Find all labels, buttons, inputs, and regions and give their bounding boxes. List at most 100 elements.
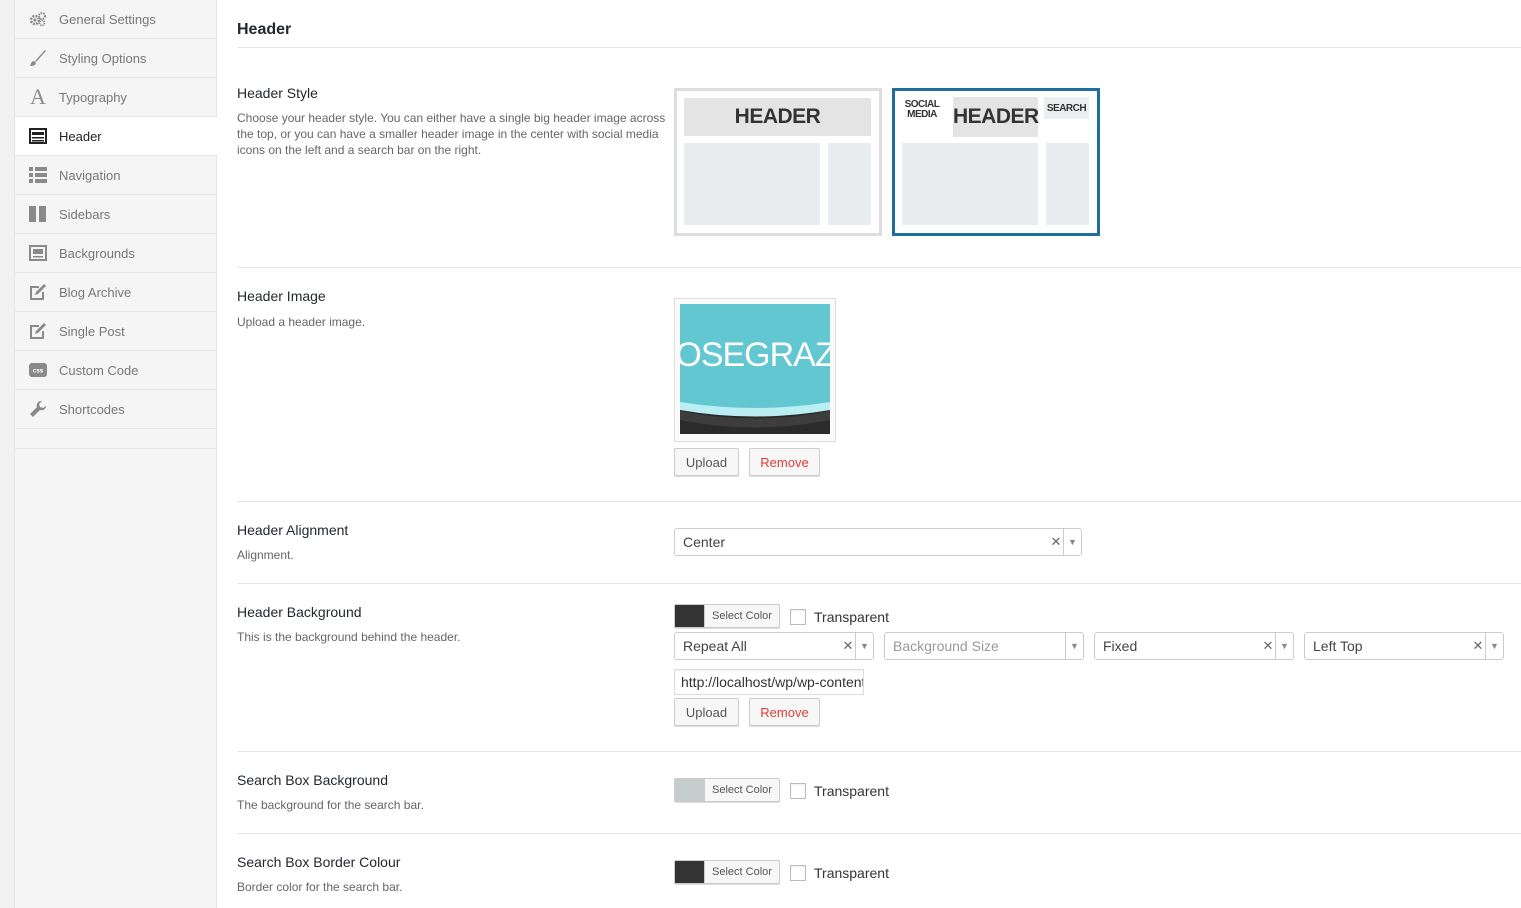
divider: [237, 267, 1521, 268]
search-box-border-color-picker[interactable]: Select Color: [674, 860, 780, 884]
select-value: Left Top: [1313, 638, 1363, 654]
sidebar-item-label: Single Post: [59, 323, 125, 339]
left-gutter: [0, 0, 15, 908]
wrench-icon: [28, 399, 48, 419]
select-color-label: Select Color: [712, 866, 772, 878]
header-background-transparent[interactable]: Transparent: [790, 609, 889, 625]
background-repeat-select[interactable]: Repeat All ✕ ▼: [674, 632, 874, 660]
sidebar-item-label: Sidebars: [59, 206, 111, 222]
sidebar-item-label: Custom Code: [59, 362, 139, 378]
search-box-border-title: Search Box Border Colour: [237, 854, 401, 870]
sidebar-item-label: Blog Archive: [59, 284, 132, 300]
header-style-option-centered[interactable]: SOCIAL MEDIA HEADER SEARCH: [892, 88, 1100, 236]
typography-icon: A: [30, 84, 46, 109]
background-attachment-select[interactable]: Fixed ✕ ▼: [1094, 632, 1294, 660]
checkbox[interactable]: [790, 609, 806, 625]
chevron-down-icon[interactable]: ▼: [1065, 633, 1083, 659]
color-swatch: [675, 605, 705, 627]
sidebar-item-sidebars[interactable]: Sidebars: [15, 195, 216, 234]
header-background-remove-button[interactable]: Remove: [749, 698, 820, 726]
divider: [237, 583, 1521, 584]
sidebar-item-label: Backgrounds: [59, 245, 135, 261]
sidebar-item-custom-code[interactable]: css Custom Code: [15, 351, 216, 390]
search-box-border-transparent[interactable]: Transparent: [790, 865, 889, 881]
checkbox-label: Transparent: [814, 865, 889, 881]
header-background-upload-button[interactable]: Upload: [674, 698, 739, 726]
header-style-option-full[interactable]: HEADER: [674, 88, 882, 236]
header-image-preview: OSEGRAZ: [674, 298, 836, 442]
search-box-background-color-picker[interactable]: Select Color: [674, 778, 780, 802]
checkbox-label: Transparent: [814, 783, 889, 799]
divider: [237, 501, 1521, 502]
columns-icon: [28, 204, 48, 224]
edit-icon: [28, 282, 48, 302]
edit-icon: [28, 321, 48, 341]
color-swatch: [675, 779, 705, 801]
color-swatch: [675, 861, 705, 883]
clear-icon[interactable]: ✕: [1471, 638, 1485, 654]
header-style-title: Header Style: [237, 85, 318, 101]
header-background-desc: This is the background behind the header…: [237, 630, 461, 644]
chevron-down-icon[interactable]: ▼: [1485, 633, 1503, 659]
sidebar-item-styling-options[interactable]: Styling Options: [15, 39, 216, 78]
select-color-label: Select Color: [712, 784, 772, 796]
sidebar-item-blog-archive[interactable]: Blog Archive: [15, 273, 216, 312]
sidebar-divider: [15, 429, 216, 449]
select-value: Repeat All: [683, 638, 747, 654]
search-box-background-transparent[interactable]: Transparent: [790, 783, 889, 799]
sidebar-item-label: Styling Options: [59, 50, 147, 66]
sidebar-item-shortcodes[interactable]: Shortcodes: [15, 390, 216, 429]
background-image-url-input[interactable]: http://localhost/wp/wp-content/uploads/h…: [674, 669, 864, 695]
divider: [237, 833, 1521, 834]
clear-icon[interactable]: ✕: [1261, 638, 1275, 654]
search-label: SEARCH: [1046, 103, 1087, 114]
background-position-select[interactable]: Left Top ✕ ▼: [1304, 632, 1504, 660]
divider: [237, 47, 1521, 48]
list-icon: [28, 165, 48, 185]
header-image-logo-text: OSEGRAZ: [680, 336, 830, 374]
header-layout-icon: [28, 126, 48, 146]
chevron-down-icon[interactable]: ▼: [1275, 633, 1293, 659]
css-icon: css: [28, 360, 48, 380]
sidebar-item-label: Navigation: [59, 167, 121, 183]
header-alignment-desc: Alignment.: [237, 548, 294, 562]
checkbox[interactable]: [790, 865, 806, 881]
sidebar-item-label: General Settings: [59, 11, 156, 27]
select-color-label: Select Color: [712, 610, 772, 622]
sidebar-item-typography[interactable]: A Typography: [15, 78, 216, 117]
clear-icon[interactable]: ✕: [1049, 534, 1063, 550]
chevron-down-icon[interactable]: ▼: [855, 633, 873, 659]
header-image: OSEGRAZ: [680, 304, 830, 434]
header-alignment-title: Header Alignment: [237, 522, 349, 538]
sidebar-item-backgrounds[interactable]: Backgrounds: [15, 234, 216, 273]
brush-icon: [28, 48, 48, 68]
sidebar-item-label: Typography: [59, 89, 127, 105]
sidebar-item-label: Header: [59, 128, 102, 144]
content-block: [902, 143, 1038, 225]
search-box-background-title: Search Box Background: [237, 772, 388, 788]
sidebar-item-general-settings[interactable]: General Settings: [15, 0, 216, 39]
clear-icon[interactable]: ✕: [841, 638, 855, 654]
select-placeholder: Background Size: [893, 638, 999, 654]
header-alignment-select[interactable]: Center ✕ ▼: [674, 528, 1082, 556]
header-image-desc: Upload a header image.: [237, 315, 366, 329]
header-image-remove-button[interactable]: Remove: [749, 448, 820, 476]
select-value: Center: [683, 534, 726, 550]
sidebar-item-navigation[interactable]: Navigation: [15, 156, 216, 195]
chevron-down-icon[interactable]: ▼: [1063, 529, 1081, 555]
sidebar-item-single-post[interactable]: Single Post: [15, 312, 216, 351]
header-label: HEADER: [734, 105, 821, 128]
header-background-color-picker[interactable]: Select Color: [674, 604, 780, 628]
sidebar-item-label: Shortcodes: [59, 401, 125, 417]
background-icon: [28, 243, 48, 263]
header-image-upload-button[interactable]: Upload: [674, 448, 739, 476]
options-panel: Header Header Style Choose your header s…: [237, 0, 1521, 908]
sidebar-item-header[interactable]: Header: [15, 117, 217, 156]
page-title: Header: [237, 21, 292, 38]
content-block: [684, 143, 820, 225]
search-box-background-desc: The background for the search bar.: [237, 798, 424, 812]
checkbox[interactable]: [790, 783, 806, 799]
options-sidebar: General Settings Styling Options A Typog…: [15, 0, 217, 908]
sidebar-block: [828, 143, 871, 225]
background-size-select[interactable]: Background Size ▼: [884, 632, 1084, 660]
